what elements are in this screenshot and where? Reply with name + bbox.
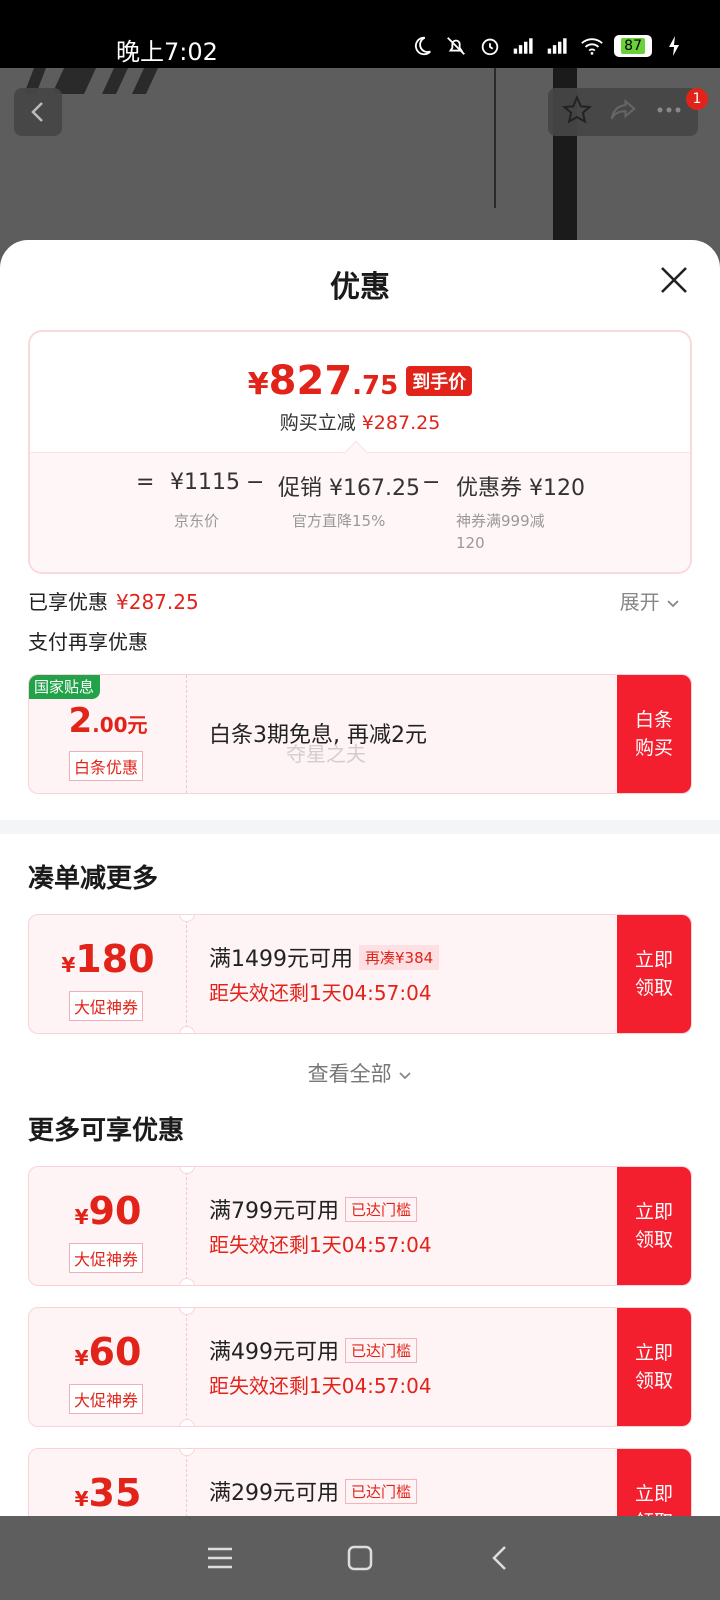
coupon-chip: 已达门槛 (345, 1478, 418, 1504)
status-bar: 晚上7:02 87 (0, 0, 720, 68)
baitiao-buy-button[interactable]: 白条 购买 (617, 675, 691, 793)
moon-icon (410, 34, 434, 58)
charging-icon (662, 34, 686, 58)
minus-sign-2: − (422, 470, 441, 495)
product-cable (494, 68, 496, 208)
ticket-notch (179, 1278, 195, 1285)
watermark: 夺星之夫 (286, 742, 366, 766)
offer-tag: 白条优惠 (69, 751, 144, 781)
jd-price-label: 京东价 (174, 512, 220, 530)
coupon-amount: ¥60 (74, 1330, 142, 1374)
coupon-chip: 已达门槛 (345, 1337, 418, 1363)
coupon-label-line1: 神券满999减 (456, 512, 545, 530)
section-divider (0, 820, 720, 834)
coupon-chip: 已达门槛 (345, 1196, 418, 1222)
pay-more-heading: 支付再享优惠 (28, 630, 148, 654)
coupon-expiry: 距失效还剩1天04:57:04 (209, 1233, 432, 1257)
status-icons: 87 (410, 34, 686, 58)
coupon-amount: ¥90 (74, 1189, 142, 1233)
coupon-tag: 大促神券 (69, 1384, 144, 1414)
coupon-amount: ¥35 (74, 1471, 142, 1515)
final-price-tag: 到手价 (406, 366, 473, 396)
jd-price: ¥1115 (170, 470, 240, 495)
coupon-card: ¥60 大促神券 满499元可用 已达门槛 距失效还剩1天04:57:04 立即领… (28, 1307, 692, 1427)
sheet-title: 优惠 (330, 270, 390, 305)
back-button[interactable] (14, 88, 62, 136)
coupon-label-line2: 120 (456, 534, 485, 552)
final-price: ¥ 827 .75 到手价 (30, 358, 690, 404)
coupon-amount: 优惠券 ¥120 (456, 476, 585, 501)
coupon-tag: 大促神券 (69, 1243, 144, 1273)
coupon-condition: 满1499元可用 再凑¥384 (209, 941, 440, 973)
coupon-chip: 再凑¥384 (359, 944, 440, 970)
promo-amount: 促销 ¥167.25 (278, 476, 420, 501)
alarm-icon (478, 34, 502, 58)
promo-label: 官方直降15% (292, 512, 386, 530)
price-formula: = ¥1115 京东价 − 促销 ¥167.25 官方直降15% − 优惠券 ¥… (30, 470, 690, 570)
coupon-tag: 大促神券 (69, 991, 144, 1021)
coupon-condition: 满499元可用 已达门槛 (209, 1334, 418, 1366)
ticket-notch (179, 1026, 195, 1033)
status-time: 晚上7:02 (116, 38, 218, 66)
claim-button[interactable]: 立即领取 (617, 1449, 691, 1516)
view-all-button[interactable]: 查看全部 (0, 1058, 720, 1088)
baitiao-offer-card: 国家贴息 2.00元 白条优惠 白条3期免息, 再减2元 白条 购买 (28, 674, 692, 794)
minus-sign-1: − (246, 470, 265, 495)
close-button[interactable] (656, 262, 692, 298)
mute-bell-icon (444, 34, 468, 58)
chevron-down-icon (399, 1072, 411, 1080)
close-icon (661, 267, 687, 293)
national-subsidy-flag: 国家贴息 (29, 675, 101, 699)
enjoyed-discount: 已享优惠 ¥287.25 (28, 590, 199, 614)
expand-button[interactable]: 展开 (620, 586, 680, 615)
back-nav-icon[interactable] (480, 1538, 520, 1578)
instant-reduction: 购买立减 ¥287.25 (279, 412, 441, 434)
coupon-card: ¥35 满299元可用已达门槛 立即领取 (28, 1448, 692, 1516)
claim-button[interactable]: 立即领取 (617, 915, 691, 1033)
home-icon[interactable] (340, 1538, 380, 1578)
discount-sheet: 优惠 ¥ 827 .75 到手价 购买立减 ¥287.25 = ¥1115 京东价… (0, 240, 720, 1516)
claim-button[interactable]: 立即领取 (617, 1308, 691, 1426)
favorite-star-icon[interactable] (562, 94, 592, 129)
coupon-expiry: 距失效还剩1天04:57:04 (209, 1374, 432, 1398)
coupon-expiry: 距失效还剩1天04:57:04 (209, 981, 432, 1005)
signal-hd-icon (512, 34, 536, 58)
notification-badge: 1 (686, 88, 708, 110)
offer-amount: 2.00元 (68, 701, 148, 741)
section-more-title: 更多可享优惠 (28, 1116, 185, 1146)
equals-sign: = (136, 470, 155, 495)
coupon-condition: 满799元可用 已达门槛 (209, 1193, 418, 1225)
claim-button[interactable]: 立即领取 (617, 1167, 691, 1285)
system-nav-bar (0, 1516, 720, 1600)
signal-hd-icon-2 (546, 34, 570, 58)
more-options-icon[interactable] (654, 95, 684, 129)
ticket-notch (179, 1419, 195, 1426)
section-combine-title: 凑单减更多 (28, 864, 159, 894)
top-toolbar (548, 88, 698, 136)
coupon-condition: 满299元可用 已达门槛 (209, 1475, 418, 1507)
coupon-card: ¥180 大促神券 满1499元可用 再凑¥384 距失效还剩1天04:57:04… (28, 914, 692, 1034)
price-summary-card: ¥ 827 .75 到手价 购买立减 ¥287.25 = ¥1115 京东价 − … (28, 330, 692, 574)
chevron-left-icon (31, 102, 43, 122)
coupon-card: ¥90 大促神券 满799元可用 已达门槛 距失效还剩1天04:57:04 立即领… (28, 1166, 692, 1286)
coupon-amount: ¥180 (61, 937, 155, 981)
wifi-icon (580, 34, 604, 58)
chevron-down-icon (667, 600, 679, 608)
share-icon[interactable] (608, 95, 638, 129)
menu-icon[interactable] (200, 1538, 240, 1578)
battery-indicator: 87 (614, 35, 652, 57)
